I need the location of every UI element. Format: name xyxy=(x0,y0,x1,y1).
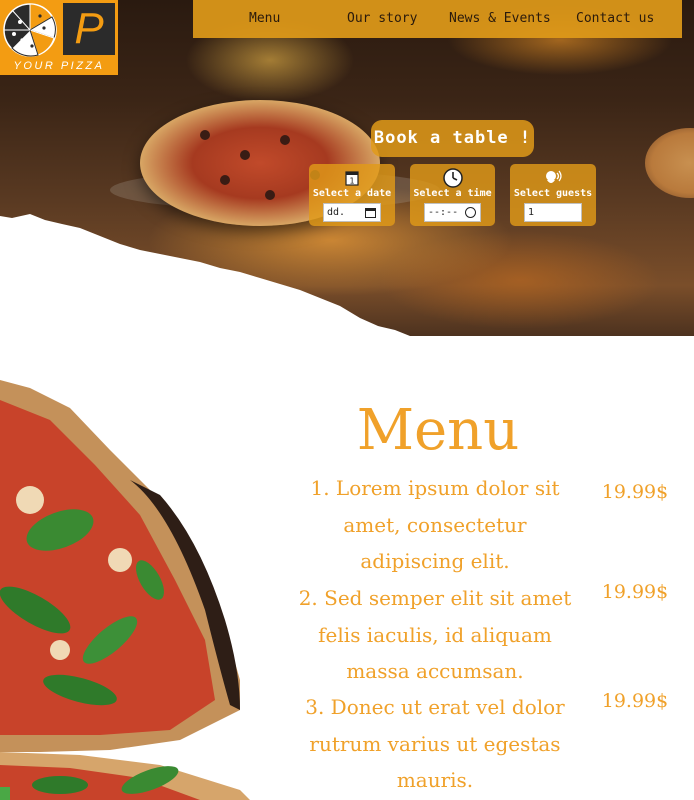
nav-contact-us-link[interactable]: Contact us xyxy=(576,11,654,26)
site-logo[interactable]: P YOUR PIZZA xyxy=(0,0,118,75)
guests-input[interactable]: 1 xyxy=(524,203,582,222)
pizza-logo-icon xyxy=(3,3,57,57)
time-label: Select a time xyxy=(413,188,492,199)
menu-item-2-text: 2. Sed semper elit sit amet felis iaculi… xyxy=(298,586,572,683)
logo-text: YOUR PIZZA xyxy=(13,60,105,72)
menu-item-1-price: 19.99$ xyxy=(601,481,669,503)
clock-picker-icon[interactable] xyxy=(465,207,476,218)
calendar-picker-icon[interactable] xyxy=(365,208,376,218)
svg-text:1: 1 xyxy=(349,177,354,186)
guests-icon xyxy=(510,168,596,188)
date-label: Select a date xyxy=(312,188,392,199)
nav-news-events-link[interactable]: News & Events xyxy=(449,11,551,26)
guests-picker-card: Select guests 1 xyxy=(510,164,596,226)
main-navbar: Menu Our story News & Events Contact us xyxy=(193,0,682,38)
date-input-value: dd. xyxy=(327,207,346,218)
menu-item-3-text: 3. Donec ut erat vel dolor rutrum varius… xyxy=(305,695,565,792)
guests-input-value: 1 xyxy=(528,207,535,218)
clock-icon xyxy=(410,168,495,188)
menu-pizza-image xyxy=(0,380,250,800)
menu-item-3-price: 19.99$ xyxy=(601,690,669,712)
book-table-button[interactable]: Book a table ! xyxy=(371,120,534,157)
time-input[interactable]: --:-- xyxy=(424,203,481,222)
time-picker-card: Select a time --:-- xyxy=(410,164,495,226)
menu-item-2-price: 19.99$ xyxy=(601,581,669,603)
menu-item-1-text: 1. Lorem ipsum dolor sit amet, consectet… xyxy=(310,476,560,573)
nav-our-story-link[interactable]: Our story xyxy=(347,11,417,26)
menu-title: Menu xyxy=(356,398,520,463)
green-corner-decoration xyxy=(0,787,10,800)
guests-label: Select guests xyxy=(513,188,593,199)
calendar-icon: 1 xyxy=(309,168,395,188)
logo-letter: P xyxy=(63,3,115,55)
date-picker-card: 1 Select a date dd. xyxy=(309,164,395,226)
nav-menu-link[interactable]: Menu xyxy=(249,11,280,26)
date-input[interactable]: dd. xyxy=(323,203,381,222)
time-input-value: --:-- xyxy=(428,207,459,218)
